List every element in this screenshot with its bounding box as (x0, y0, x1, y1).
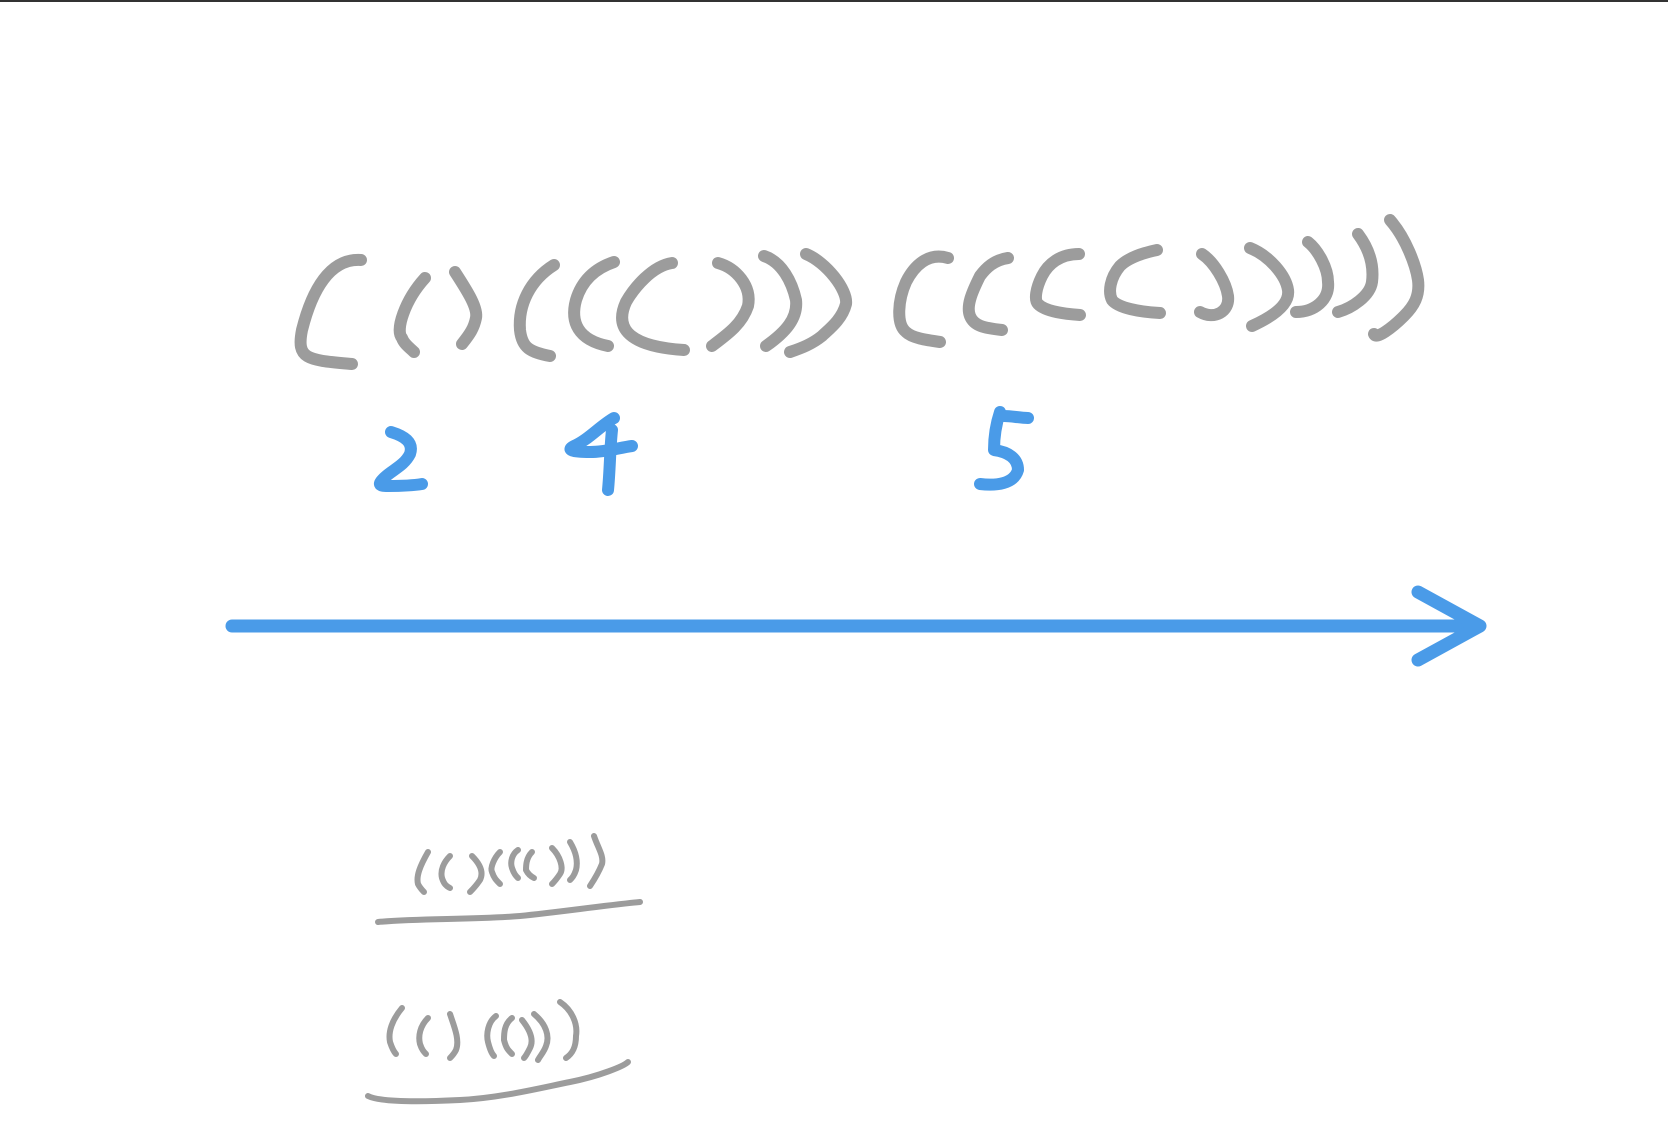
paren-close (758, 250, 803, 352)
depth-label-5: 5 (974, 406, 1034, 491)
depth-label-4-text: 4 (600, 469, 601, 471)
paren-open (568, 256, 620, 352)
example-1-text: (()((()))) (380, 899, 385, 901)
depth-label-5-text: 5 (1000, 469, 1001, 471)
depth-label-2: 2 (373, 426, 428, 492)
paren-open (1029, 248, 1086, 321)
paren-open (294, 253, 367, 370)
paren-close (449, 266, 483, 350)
paren-open (1104, 244, 1166, 319)
depth-labels: 2 4 5 (373, 406, 1034, 496)
paren-open (393, 272, 431, 358)
main-parentheses-sequence (294, 214, 1425, 370)
paren-open (616, 257, 690, 356)
example-2: (()(()))) (365, 999, 631, 1105)
example-2-text: (()(()))) (380, 1059, 384, 1061)
paren-close (706, 257, 755, 352)
paren-close (1244, 242, 1295, 332)
example-2-underline (365, 1059, 631, 1105)
example-1-underline (375, 899, 643, 925)
right-arrow-icon (225, 585, 1487, 667)
paren-close (1332, 228, 1379, 318)
paren-open (513, 259, 560, 362)
paren-open (962, 252, 1014, 336)
sketch-drawing: 2 4 5 (()((()))) (()(()))) (225, 214, 1487, 1105)
paren-close (1194, 248, 1235, 322)
example-1: (()((()))) (375, 833, 643, 925)
paren-close (1290, 236, 1335, 318)
depth-label-4: 4 (564, 412, 638, 496)
paren-open (893, 250, 954, 348)
paren-close (1368, 214, 1425, 342)
whiteboard-canvas: 2 4 5 (()((()))) (()(()))) (0, 0, 1668, 1124)
